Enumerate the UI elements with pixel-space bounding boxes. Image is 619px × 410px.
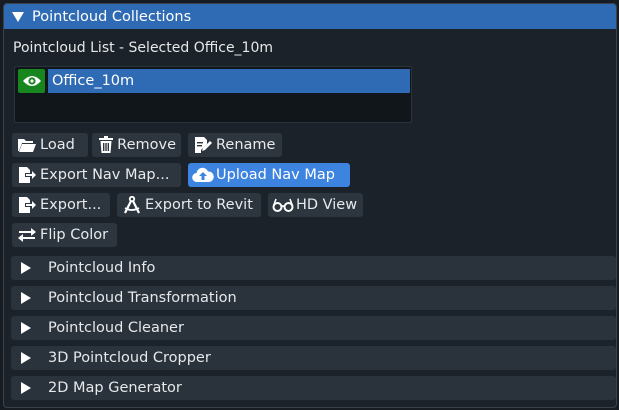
flip-color-button[interactable]: Flip Color — [12, 223, 117, 247]
eye-icon — [22, 76, 41, 86]
section-pointcloud-info[interactable]: Pointcloud Info — [11, 256, 616, 280]
expand-arrow-icon — [21, 352, 31, 364]
export-button[interactable]: Export... — [12, 193, 110, 217]
section-label: Pointcloud Info — [48, 260, 156, 276]
folder-open-icon — [16, 136, 38, 154]
file-export-icon — [16, 166, 38, 184]
section-label: 2D Map Generator — [48, 380, 182, 396]
pointcloud-collections-panel: Pointcloud Collections Pointcloud List -… — [3, 3, 617, 408]
drafting-compass-icon — [121, 196, 143, 214]
load-button[interactable]: Load — [12, 133, 88, 157]
upload-nav-map-label: Upload Nav Map — [216, 167, 335, 183]
list-item-label[interactable]: Office_10m — [48, 69, 410, 93]
expand-arrow-icon — [21, 322, 31, 334]
section-3d-pointcloud-cropper[interactable]: 3D Pointcloud Cropper — [11, 346, 616, 370]
expand-arrow-icon — [21, 292, 31, 304]
hd-view-button[interactable]: HD View — [268, 193, 363, 217]
export-nav-map-label: Export Nav Map... — [40, 167, 170, 183]
list-item: Office_10m — [18, 69, 410, 93]
section-2d-map-generator[interactable]: 2D Map Generator — [11, 376, 616, 400]
section-pointcloud-cleaner[interactable]: Pointcloud Cleaner — [11, 316, 616, 340]
section-pointcloud-transformation[interactable]: Pointcloud Transformation — [11, 286, 616, 310]
section-label: 3D Pointcloud Cropper — [48, 350, 211, 366]
rename-button[interactable]: Rename — [188, 133, 282, 157]
collapse-arrow-icon — [12, 11, 24, 22]
export-to-revit-label: Export to Revit — [145, 197, 253, 213]
expand-arrow-icon — [21, 382, 31, 394]
flip-color-label: Flip Color — [40, 227, 109, 243]
hd-view-label: HD View — [296, 197, 358, 213]
trash-icon — [96, 136, 115, 154]
rename-label: Rename — [216, 137, 276, 153]
remove-label: Remove — [117, 137, 176, 153]
visibility-toggle[interactable] — [18, 69, 45, 93]
panel-title: Pointcloud Collections — [32, 8, 192, 25]
section-label: Pointcloud Transformation — [48, 290, 237, 306]
pointcloud-collections-header[interactable]: Pointcloud Collections — [4, 4, 616, 29]
cloud-upload-icon — [192, 166, 214, 184]
export-nav-map-button[interactable]: Export Nav Map... — [12, 163, 181, 187]
load-label: Load — [40, 137, 75, 153]
swap-arrows-icon — [16, 226, 38, 244]
file-export-icon — [16, 196, 38, 214]
pointcloud-list-label: Pointcloud List - Selected Office_10m — [13, 40, 274, 56]
expand-arrow-icon — [21, 262, 31, 274]
upload-nav-map-button[interactable]: Upload Nav Map — [188, 163, 350, 187]
remove-button[interactable]: Remove — [92, 133, 181, 157]
glasses-icon — [272, 196, 294, 214]
export-label: Export... — [40, 197, 102, 213]
pointcloud-list[interactable]: Office_10m — [14, 66, 412, 123]
section-label: Pointcloud Cleaner — [48, 320, 184, 336]
export-to-revit-button[interactable]: Export to Revit — [117, 193, 261, 217]
edit-document-icon — [192, 136, 214, 154]
